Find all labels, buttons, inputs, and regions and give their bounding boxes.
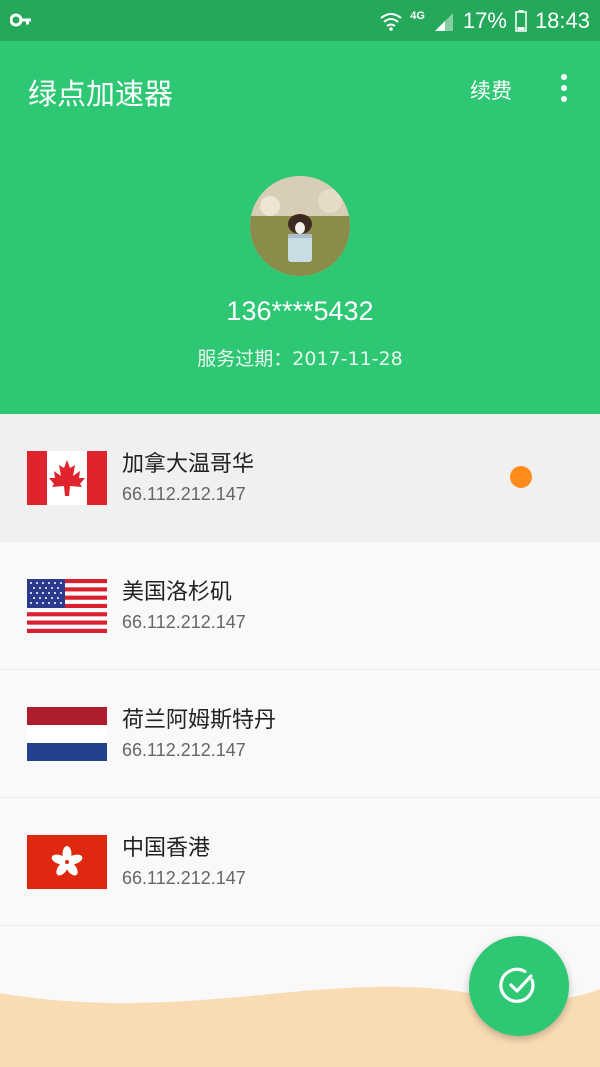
server-item-amsterdam[interactable]: 荷兰阿姆斯特丹 66.112.212.147	[0, 670, 600, 798]
server-item-hong-kong[interactable]: 中国香港 66.112.212.147	[0, 798, 600, 926]
usa-flag-icon	[27, 579, 107, 633]
server-name: 加拿大温哥华	[122, 452, 255, 477]
network-type: 4G	[410, 9, 425, 22]
server-ip: 66.112.212.147	[122, 612, 246, 632]
status-bar: 4G 17% 18:43	[0, 0, 600, 41]
expiry-date: 2017-11-28	[292, 348, 403, 370]
battery-percent: 17%	[462, 7, 507, 33]
key-icon	[10, 13, 31, 27]
netherlands-flag-icon	[27, 707, 107, 761]
account-header: 绿点加速器 续费 136****5432 服务过期：2017-11-28	[0, 41, 600, 414]
server-name: 美国洛杉矶	[122, 580, 233, 605]
connect-fab-button[interactable]	[469, 936, 569, 1036]
server-name: 荷兰阿姆斯特丹	[122, 708, 277, 733]
connected-indicator	[510, 466, 532, 488]
check-circle-icon	[499, 967, 535, 1003]
avatar[interactable]	[250, 176, 350, 276]
server-list: 加拿大温哥华 66.112.212.147 美国洛杉矶 66.112.212.1…	[0, 414, 600, 926]
server-ip: 66.112.212.147	[122, 868, 246, 888]
wifi-icon	[380, 12, 402, 31]
hong-kong-flag-icon	[27, 835, 107, 889]
server-item-los-angeles[interactable]: 美国洛杉矶 66.112.212.147	[0, 542, 600, 670]
server-item-vancouver[interactable]: 加拿大温哥华 66.112.212.147	[0, 414, 600, 542]
server-ip: 66.112.212.147	[122, 740, 246, 760]
more-vertical-icon[interactable]	[550, 69, 578, 107]
account-phone: 136****5432	[226, 296, 374, 326]
signal-icon	[434, 12, 453, 31]
app-title: 绿点加速器	[28, 77, 174, 111]
battery-icon	[515, 9, 527, 32]
renew-button[interactable]: 续费	[470, 75, 512, 105]
service-expiry: 服务过期：2017-11-28	[0, 344, 600, 371]
clock: 18:43	[534, 7, 590, 33]
expiry-label: 服务过期：	[197, 348, 293, 370]
server-ip: 66.112.212.147	[122, 484, 246, 504]
server-name: 中国香港	[122, 836, 211, 861]
canada-flag-icon	[27, 451, 107, 505]
